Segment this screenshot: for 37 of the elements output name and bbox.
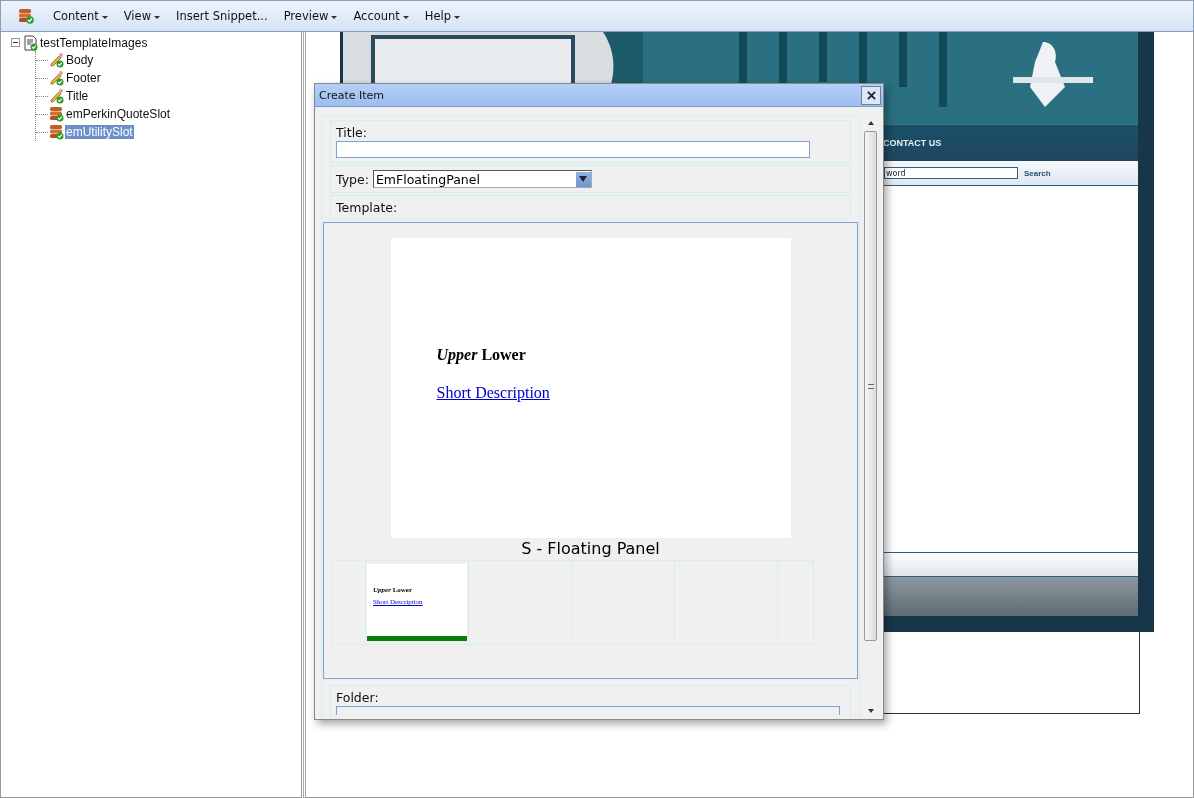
database-icon[interactable] — [18, 8, 34, 24]
close-button[interactable] — [861, 85, 881, 105]
field-label: Folder: — [336, 690, 380, 705]
menu-item[interactable]: View — [116, 6, 168, 26]
search-field[interactable]: word — [884, 167, 1018, 179]
menu-item[interactable]: Content — [46, 6, 115, 26]
dialog-title: Create Item — [319, 88, 385, 102]
pencil-icon — [49, 70, 65, 86]
field-label: Type: — [336, 171, 369, 187]
database-icon — [49, 106, 65, 122]
tree-item[interactable]: emPerkinQuoteSlot — [65, 107, 172, 121]
collapse-icon[interactable] — [11, 38, 20, 47]
menu-item[interactable]: Preview — [276, 6, 345, 26]
preview-heading: Upper Lower — [436, 346, 527, 364]
type-dropdown[interactable]: EmFloatingPanel — [372, 170, 592, 188]
search-button[interactable]: Search — [1024, 168, 1051, 178]
field-label: Title: — [336, 125, 368, 140]
tree-item[interactable]: Body — [65, 53, 95, 67]
scrollbar-thumb[interactable] — [864, 131, 877, 641]
field-label: Template: — [336, 200, 399, 215]
tree-item[interactable]: Title — [65, 89, 90, 103]
scroll-up-icon[interactable] — [867, 121, 874, 125]
nav-link[interactable]: CONTACT US — [883, 138, 942, 148]
tree-item[interactable]: Footer — [65, 71, 102, 85]
pencil-icon — [49, 88, 65, 104]
menu-item[interactable]: Insert Snippet... — [169, 6, 275, 26]
menu-item[interactable]: Help — [417, 6, 468, 26]
database-icon — [49, 124, 65, 140]
scroll-down-icon[interactable] — [867, 709, 874, 713]
menu-item[interactable]: Account — [346, 6, 416, 26]
folder-field[interactable] — [336, 706, 840, 715]
close-icon — [866, 90, 876, 100]
pencil-icon — [49, 52, 65, 68]
title-field[interactable] — [336, 141, 810, 158]
tree-item[interactable]: testTemplateImages — [39, 35, 149, 50]
template-caption: S - Floating Panel — [521, 539, 660, 558]
preview-link[interactable]: Short Description — [436, 384, 550, 402]
